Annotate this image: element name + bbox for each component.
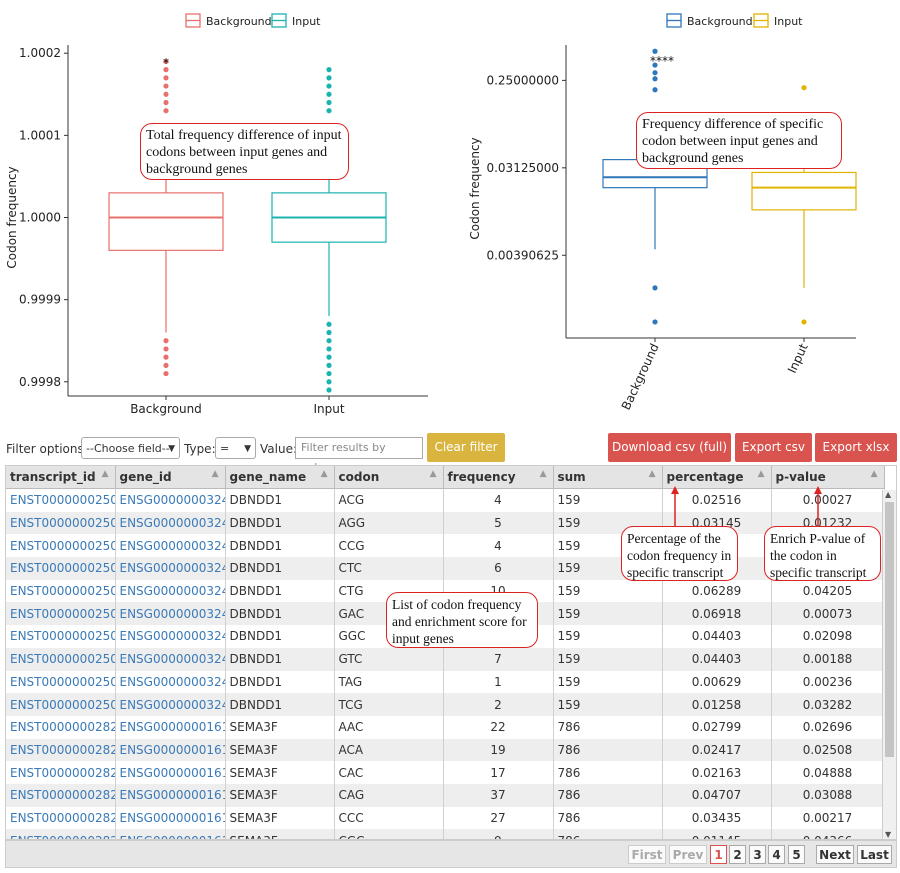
page-2-button[interactable]: 2 [729, 845, 746, 864]
pagination: First Prev 1 2 3 4 5 Next Last [5, 840, 897, 868]
callout-arrows [671, 486, 822, 526]
prev-page-button[interactable]: Prev [669, 845, 707, 864]
last-page-button[interactable]: Last [857, 845, 892, 864]
page-4-button[interactable]: 4 [768, 845, 785, 864]
arrow-pvalue-head [814, 486, 822, 494]
arrow-percentage-head [671, 486, 679, 494]
page-1-button[interactable]: 1 [710, 845, 727, 864]
first-page-button[interactable]: First [628, 845, 666, 864]
page-5-button[interactable]: 5 [788, 845, 805, 864]
next-page-button[interactable]: Next [816, 845, 854, 864]
page-3-button[interactable]: 3 [749, 845, 766, 864]
